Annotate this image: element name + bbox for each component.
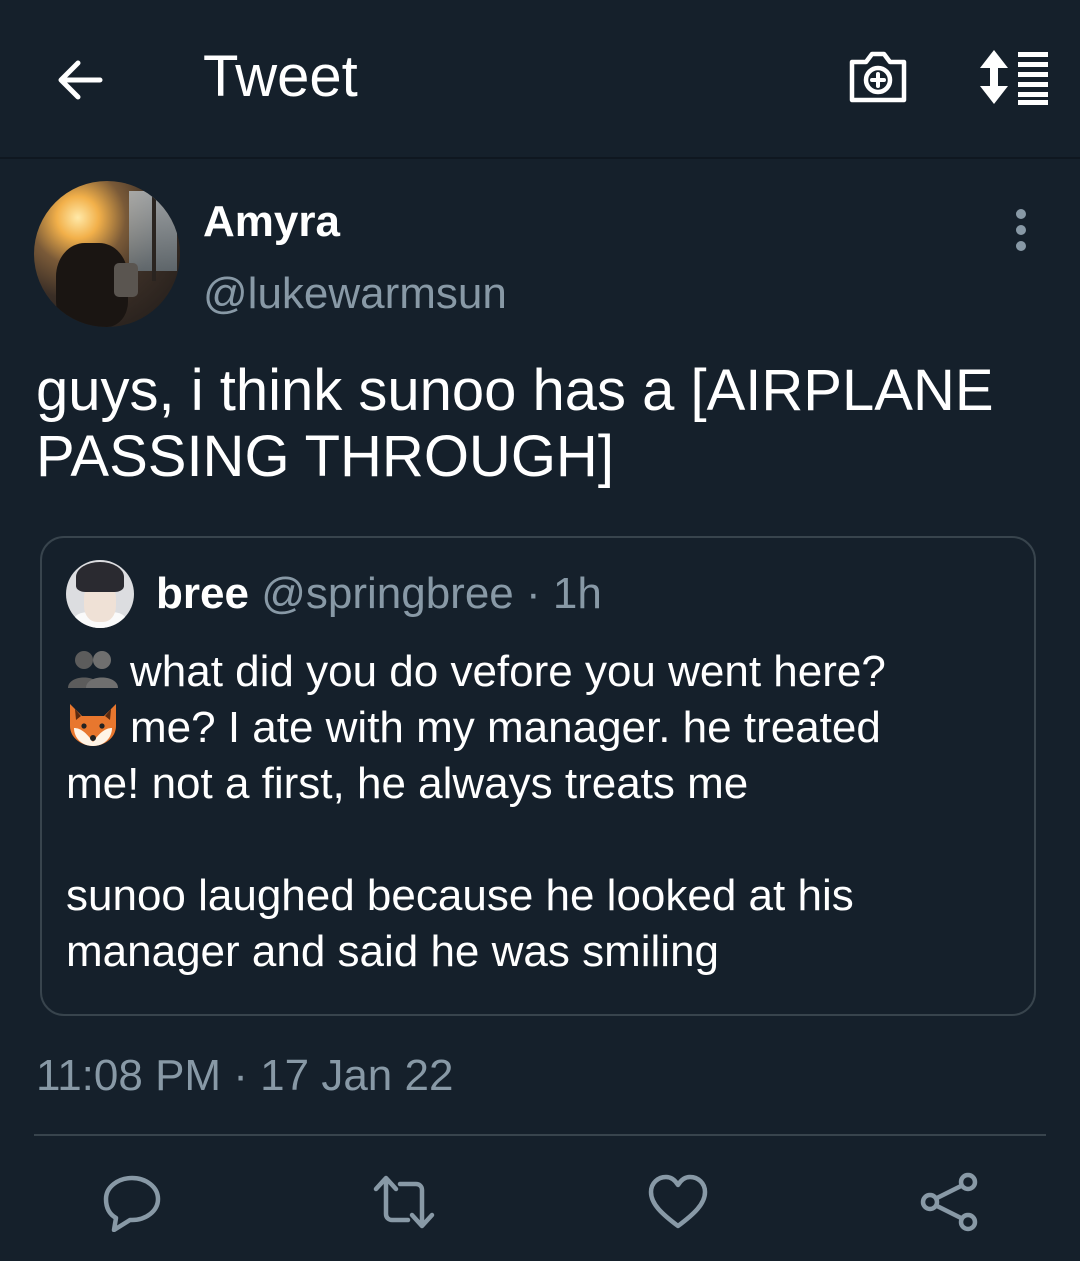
tweet-text-line: PASSING THROUGH] <box>36 424 614 489</box>
author-name[interactable]: Amyra <box>203 196 340 248</box>
back-arrow-icon[interactable] <box>50 50 110 110</box>
author-handle[interactable]: @lukewarmsun <box>203 268 507 320</box>
quoted-header: bree @springbree · 1h <box>156 568 602 620</box>
quoted-line: sunoo laughed because he looked at his <box>66 871 854 920</box>
tweet-text-line: guys, i think sunoo has a [AIRPLANE <box>36 358 994 423</box>
quoted-name: bree <box>156 569 249 618</box>
quoted-line: me! not a first, he always treats me <box>66 759 749 808</box>
quoted-avatar[interactable] <box>66 560 134 628</box>
quoted-line: me? I ate with my manager. he treated <box>66 700 1006 756</box>
tweet-timestamp: 11:08 PM · 17 Jan 22 <box>36 1051 454 1100</box>
page-title: Tweet <box>203 44 358 109</box>
quoted-avatar-hair <box>76 562 124 592</box>
tweet-text: guys, i think sunoo has a [AIRPLANE PASS… <box>36 358 1046 490</box>
quoted-text: what did you do vefore you went here? <box>130 647 886 696</box>
quoted-line: manager and said he was smiling <box>66 927 720 976</box>
avatar-window-frame <box>152 191 156 281</box>
sort-list-icon[interactable] <box>972 46 1052 108</box>
retweet-icon[interactable] <box>372 1172 436 1232</box>
heart-icon[interactable] <box>646 1172 710 1232</box>
avatar-phone <box>114 263 138 297</box>
quoted-line: what did you do vefore you went here? <box>66 644 1006 700</box>
top-bar: Tweet <box>0 0 1080 159</box>
divider <box>34 1134 1046 1136</box>
author-avatar[interactable] <box>34 181 180 327</box>
fox-emoji-icon <box>70 704 116 746</box>
two-people-emoji-icon <box>68 651 118 688</box>
quoted-text: me? I ate with my manager. he treated <box>130 703 881 752</box>
quoted-body: what did you do vefore you went here? me… <box>66 644 1006 980</box>
quoted-tweet[interactable]: bree @springbree · 1h what did you do ve… <box>40 536 1036 1016</box>
quoted-meta: @springbree · 1h <box>261 569 602 618</box>
more-vertical-icon[interactable] <box>1004 208 1038 252</box>
reply-icon[interactable] <box>100 1172 164 1232</box>
camera-plus-icon[interactable] <box>846 44 910 108</box>
share-icon[interactable] <box>918 1172 982 1232</box>
